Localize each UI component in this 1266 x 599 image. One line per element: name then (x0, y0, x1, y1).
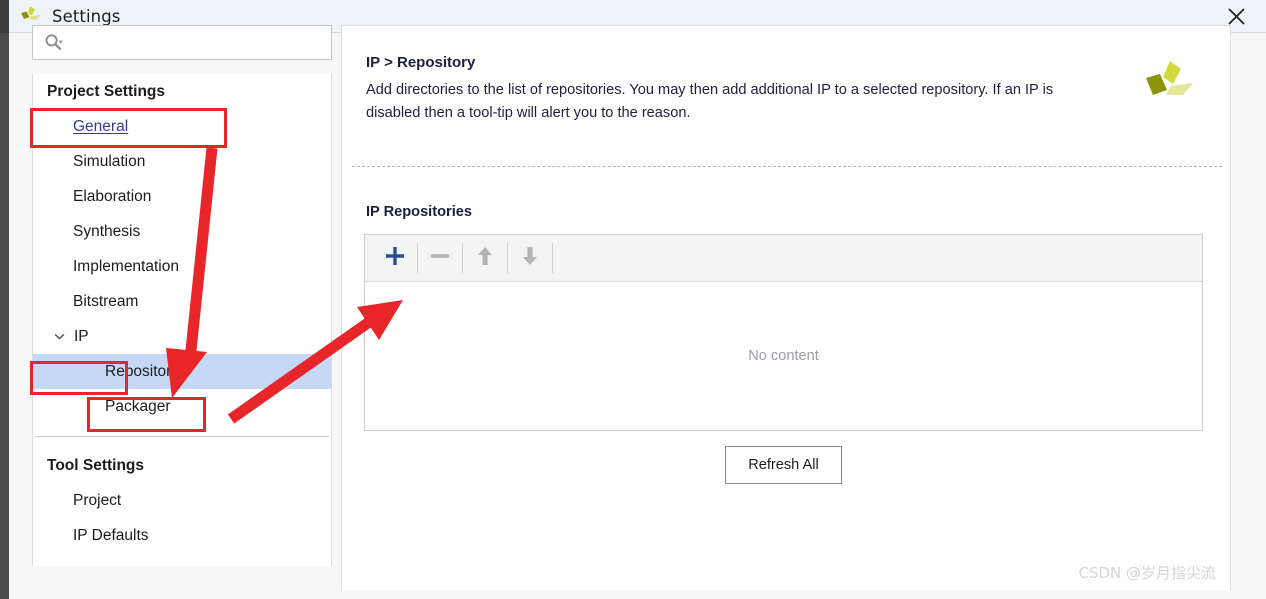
sidebar-item-label: General (73, 117, 129, 135)
plus-icon (382, 243, 408, 274)
remove-button[interactable] (418, 236, 462, 280)
sidebar-item-packager[interactable]: Packager (33, 389, 331, 424)
sidebar-item-elaboration[interactable]: Elaboration (33, 179, 331, 214)
window-border-left-lower (0, 33, 9, 599)
sidebar-item-label: Elaboration (73, 187, 152, 205)
sidebar-item-project[interactable]: Project (33, 483, 331, 518)
list-toolbar (365, 235, 1202, 282)
arrow-down-icon (518, 244, 542, 273)
sidebar-item-implementation[interactable]: Implementation (33, 249, 331, 284)
refresh-all-button[interactable]: Refresh All (725, 446, 842, 484)
xilinx-pinwheel-logo-icon (1140, 58, 1196, 110)
sidebar-item-ip-defaults[interactable]: IP Defaults (33, 518, 331, 553)
list-body[interactable]: No content (365, 282, 1202, 430)
settings-tree: Project Settings General Simulation Elab… (32, 73, 332, 566)
sidebar-group-project-settings: Project Settings (33, 74, 331, 109)
watermark: CSDN @岁月指尖流 (1078, 564, 1216, 582)
sidebar-item-label: Repository (105, 362, 180, 380)
sidebar-item-ip[interactable]: IP (33, 319, 331, 354)
sidebar-item-label: Project (73, 491, 122, 509)
minus-icon (427, 243, 453, 274)
ip-repositories-list: No content (364, 234, 1203, 431)
sidebar-group-label: Project Settings (47, 82, 165, 100)
move-up-button[interactable] (463, 236, 507, 280)
settings-sidebar: Project Settings General Simulation Elab… (22, 25, 332, 566)
sidebar-item-label: IP (74, 327, 89, 345)
sidebar-item-label: IP Defaults (73, 526, 149, 544)
search-box[interactable] (32, 25, 332, 60)
sidebar-item-simulation[interactable]: Simulation (33, 144, 331, 179)
sidebar-item-label: Bitstream (73, 292, 139, 310)
sidebar-group-tool-settings: Tool Settings (33, 448, 331, 483)
detail-description: Add directories to the list of repositor… (366, 82, 1054, 121)
move-down-button[interactable] (508, 236, 552, 280)
search-input[interactable] (63, 26, 331, 59)
sidebar-item-label: Simulation (73, 152, 146, 170)
window-title: Settings (52, 6, 121, 26)
settings-dialog: Settings Project Settings General Simula… (0, 0, 1266, 599)
header-divider (352, 166, 1222, 167)
toolbar-separator (552, 243, 553, 273)
sidebar-item-label: Implementation (73, 257, 179, 275)
refresh-button-row: Refresh All (364, 446, 1203, 484)
detail-header: IP > Repository Add directories to the l… (342, 26, 1230, 167)
sidebar-divider (35, 436, 329, 437)
arrow-up-icon (473, 244, 497, 273)
sidebar-item-bitstream[interactable]: Bitstream (33, 284, 331, 319)
settings-detail-pane: IP > Repository Add directories to the l… (341, 25, 1231, 591)
sidebar-group-label: Tool Settings (47, 456, 145, 474)
sidebar-item-label: Synthesis (73, 222, 141, 240)
xilinx-pinwheel-logo-icon (17, 5, 43, 27)
section-label-ip-repositories: IP Repositories (366, 204, 472, 220)
chevron-down-icon[interactable] (51, 329, 67, 345)
sidebar-item-repository[interactable]: Repository (33, 354, 331, 389)
search-icon (44, 33, 63, 52)
empty-state-message: No content (748, 348, 819, 364)
sidebar-item-general[interactable]: General (33, 109, 331, 144)
sidebar-item-label: Packager (105, 397, 171, 415)
add-button[interactable] (373, 236, 417, 280)
sidebar-item-synthesis[interactable]: Synthesis (33, 214, 331, 249)
breadcrumb: IP > Repository (366, 54, 476, 71)
